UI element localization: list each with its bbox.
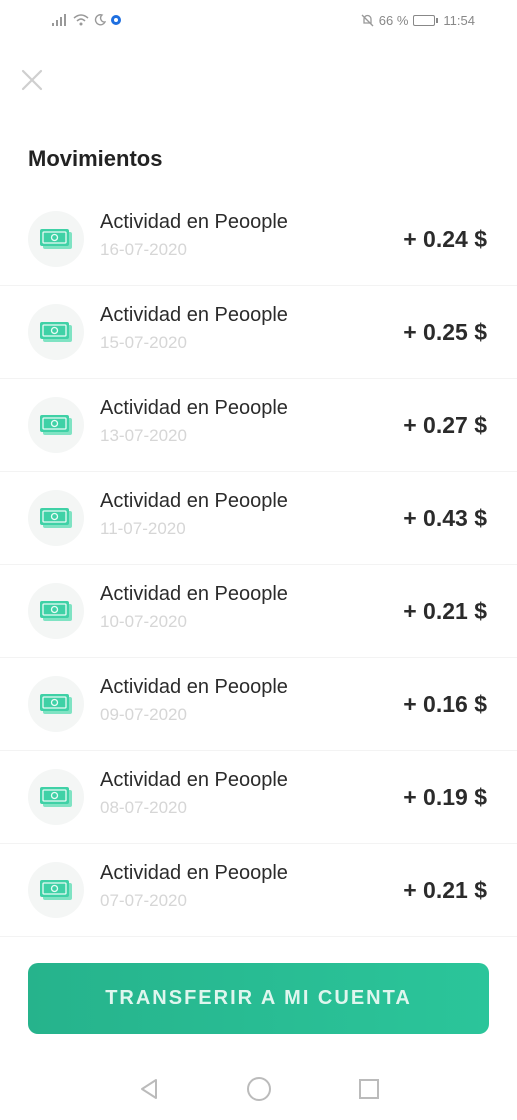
movement-text: Actividad en Peoople 10-07-2020 bbox=[100, 583, 288, 632]
movement-date: 16-07-2020 bbox=[100, 240, 187, 259]
app-notification-icon bbox=[111, 15, 121, 25]
money-icon-wrapper bbox=[28, 304, 84, 360]
movement-row[interactable]: Actividad en Peoople 10-07-2020 + 0.21 $ bbox=[0, 565, 517, 658]
movement-date: 15-07-2020 bbox=[100, 333, 187, 352]
movement-title: Actividad en Peoople bbox=[100, 304, 288, 326]
transfer-button[interactable]: TRANSFERIR A MI CUENTA bbox=[28, 963, 489, 1034]
movement-date: 07-07-2020 bbox=[100, 891, 187, 910]
movement-date: 08-07-2020 bbox=[100, 798, 187, 817]
movement-text: Actividad en Peoople 08-07-2020 bbox=[100, 769, 288, 818]
movements-list: Actividad en Peoople 16-07-2020 + 0.24 $… bbox=[0, 193, 517, 937]
money-icon bbox=[40, 601, 72, 621]
clock: 11:54 bbox=[443, 12, 475, 28]
back-icon bbox=[140, 1079, 157, 1099]
movement-text: Actividad en Peoople 11-07-2020 bbox=[100, 490, 288, 539]
status-bar: 66 % 11:54 bbox=[0, 0, 517, 40]
money-icon bbox=[40, 508, 72, 528]
do-not-disturb-icon bbox=[361, 14, 374, 27]
movement-text: Actividad en Peoople 07-07-2020 bbox=[100, 862, 288, 911]
close-button[interactable] bbox=[14, 62, 50, 98]
movement-amount: + 0.21 $ bbox=[403, 876, 487, 903]
money-icon-wrapper bbox=[28, 490, 84, 546]
battery-percent: 66 % bbox=[378, 12, 409, 28]
movement-title: Actividad en Peoople bbox=[100, 211, 288, 233]
movement-date: 10-07-2020 bbox=[100, 612, 187, 631]
money-icon-wrapper bbox=[28, 211, 84, 267]
home-button[interactable] bbox=[245, 1075, 273, 1103]
back-button[interactable] bbox=[135, 1075, 163, 1103]
signal-icon bbox=[52, 14, 68, 26]
movement-date: 13-07-2020 bbox=[100, 426, 187, 445]
status-left bbox=[52, 14, 121, 26]
money-icon bbox=[40, 229, 72, 249]
money-icon-wrapper bbox=[28, 676, 84, 732]
recents-icon bbox=[358, 1079, 379, 1099]
money-icon bbox=[40, 322, 72, 342]
status-right: 66 % 11:54 bbox=[361, 13, 475, 28]
movement-date: 09-07-2020 bbox=[100, 705, 187, 724]
movement-amount: + 0.27 $ bbox=[403, 411, 487, 438]
section-title: Movimientos bbox=[28, 146, 163, 171]
movement-title: Actividad en Peoople bbox=[100, 397, 288, 419]
money-icon-wrapper bbox=[28, 769, 84, 825]
money-icon bbox=[40, 415, 72, 435]
movement-row[interactable]: Actividad en Peoople 08-07-2020 + 0.19 $ bbox=[0, 751, 517, 844]
movement-text: Actividad en Peoople 15-07-2020 bbox=[100, 304, 288, 353]
movement-text: Actividad en Peoople 16-07-2020 bbox=[100, 211, 288, 260]
movement-title: Actividad en Peoople bbox=[100, 676, 288, 698]
wifi-icon bbox=[73, 14, 89, 26]
movement-row[interactable]: Actividad en Peoople 07-07-2020 + 0.21 $ bbox=[0, 844, 517, 937]
movement-row[interactable]: Actividad en Peoople 16-07-2020 + 0.24 $ bbox=[0, 193, 517, 286]
movement-amount: + 0.19 $ bbox=[403, 783, 487, 810]
movement-title: Actividad en Peoople bbox=[100, 769, 288, 791]
movement-row[interactable]: Actividad en Peoople 09-07-2020 + 0.16 $ bbox=[0, 658, 517, 751]
navigation-bar bbox=[0, 1058, 517, 1120]
money-icon bbox=[40, 694, 72, 714]
movement-row[interactable]: Actividad en Peoople 15-07-2020 + 0.25 $ bbox=[0, 286, 517, 379]
movement-title: Actividad en Peoople bbox=[100, 583, 288, 605]
home-icon bbox=[246, 1077, 271, 1101]
movement-text: Actividad en Peoople 09-07-2020 bbox=[100, 676, 288, 725]
money-icon bbox=[40, 880, 72, 900]
movement-amount: + 0.43 $ bbox=[403, 504, 487, 531]
close-icon bbox=[21, 69, 43, 91]
movement-date: 11-07-2020 bbox=[100, 519, 186, 538]
movement-amount: + 0.24 $ bbox=[403, 225, 487, 252]
recents-button[interactable] bbox=[355, 1075, 383, 1103]
movement-title: Actividad en Peoople bbox=[100, 862, 288, 884]
moon-icon bbox=[94, 14, 106, 26]
movement-amount: + 0.21 $ bbox=[403, 597, 487, 624]
movement-amount: + 0.25 $ bbox=[403, 318, 487, 345]
movement-title: Actividad en Peoople bbox=[100, 490, 288, 512]
money-icon-wrapper bbox=[28, 397, 84, 453]
money-icon bbox=[40, 787, 72, 807]
battery-icon bbox=[413, 14, 439, 26]
movement-row[interactable]: Actividad en Peoople 13-07-2020 + 0.27 $ bbox=[0, 379, 517, 472]
money-icon-wrapper bbox=[28, 583, 84, 639]
movement-text: Actividad en Peoople 13-07-2020 bbox=[100, 397, 288, 446]
money-icon-wrapper bbox=[28, 862, 84, 918]
movement-row[interactable]: Actividad en Peoople 11-07-2020 + 0.43 $ bbox=[0, 472, 517, 565]
movement-amount: + 0.16 $ bbox=[403, 690, 487, 717]
